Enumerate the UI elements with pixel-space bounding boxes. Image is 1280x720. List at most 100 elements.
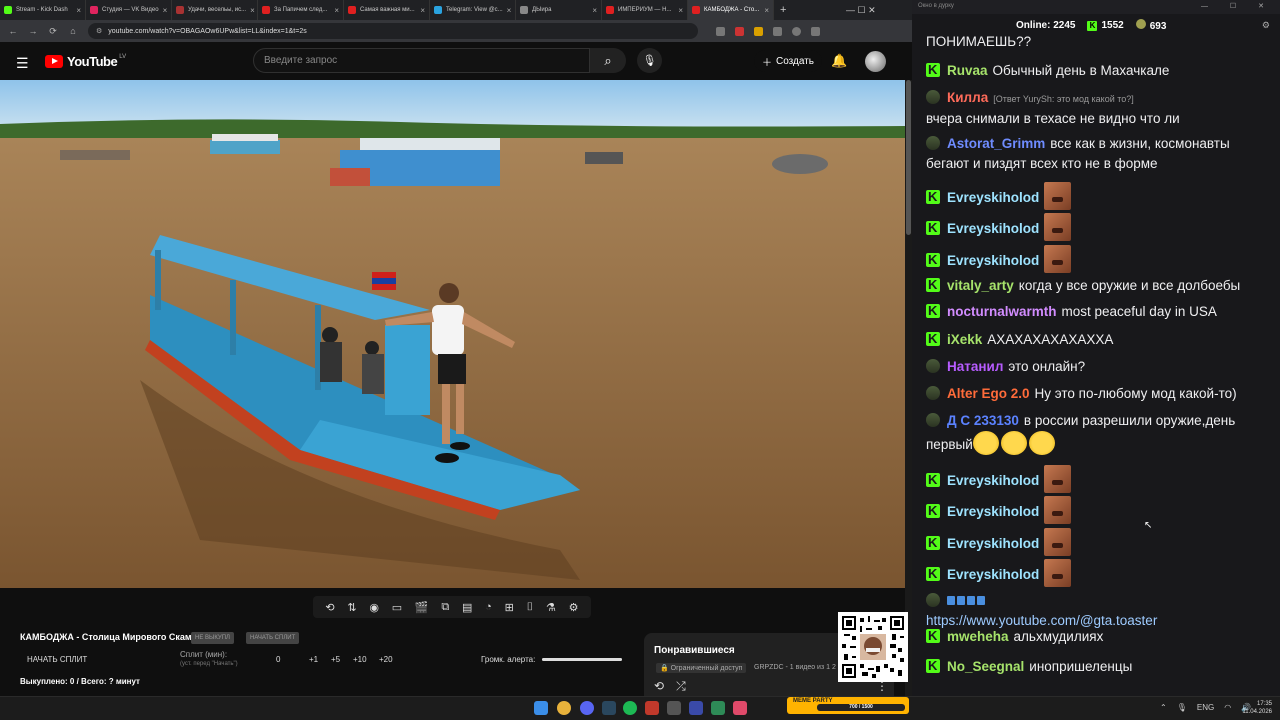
new-tab-button[interactable]: +	[780, 4, 786, 16]
chat-username[interactable]: Evreyskiholod	[947, 567, 1039, 582]
download-icon[interactable]	[773, 26, 782, 36]
split-value-button[interactable]: +10	[353, 655, 367, 664]
notifications-bell-icon[interactable]: 🔔	[831, 53, 847, 69]
speed-gauge-icon[interactable]: ◔	[485, 601, 492, 613]
chat-username[interactable]: No_Seegnal	[947, 659, 1024, 674]
browser-tab[interactable]: КАМБОДЖА - Сто... ×	[688, 0, 774, 20]
menu-icon[interactable]: ☰	[16, 55, 29, 72]
chat-settings-icon[interactable]: ⚙	[1262, 20, 1270, 31]
browser-tab[interactable]: Самая важная ми... ×	[344, 0, 430, 20]
extension-icon[interactable]	[716, 26, 725, 36]
loop-icon[interactable]: ⟲	[325, 601, 334, 614]
clock[interactable]: 17:35 11.04.2026	[1242, 700, 1272, 716]
profile-icon[interactable]	[792, 26, 801, 36]
search-input[interactable]: Введите запрос	[253, 48, 590, 73]
browser-tab[interactable]: За Папичем след... ×	[258, 0, 344, 20]
loop-icon[interactable]: ⟲	[654, 679, 664, 694]
chat-username[interactable]: mweheha	[947, 629, 1009, 644]
status-tag[interactable]: НЕ ВЫКУПЛ	[191, 632, 234, 644]
chat-username[interactable]: Evreyskiholod	[947, 253, 1039, 268]
split-value-button[interactable]: 0	[276, 655, 280, 664]
browser-tab[interactable]: ИМПЕРИУМ — Н... ×	[602, 0, 688, 20]
split-value-button[interactable]: +1	[309, 655, 318, 664]
menu-icon[interactable]	[811, 26, 820, 36]
chat-username[interactable]: Д С 233130	[947, 413, 1019, 428]
browser-tab[interactable]: Студия — VK Видео ×	[86, 0, 172, 20]
spotify-icon[interactable]	[623, 701, 637, 715]
site-info-icon[interactable]: ⚙	[96, 27, 102, 35]
chat-username[interactable]: Ruvaa	[947, 63, 988, 78]
browser-tab[interactable]: Удачи, весельы, ис... ×	[172, 0, 258, 20]
chat-username[interactable]: iXekk	[947, 332, 982, 347]
voice-search-button[interactable]: 🎙	[637, 48, 662, 73]
close-tab-icon[interactable]: ×	[76, 6, 81, 15]
close-tab-icon[interactable]: ×	[507, 6, 512, 15]
discord-icon[interactable]	[580, 701, 594, 715]
chat-link[interactable]: https://www.youtube.com/@gta.toaster	[926, 613, 1157, 628]
chat-username[interactable]: nocturnalwarmth	[947, 304, 1057, 319]
chevron-up-icon[interactable]: ⌃	[1160, 703, 1167, 712]
reload-icon[interactable]: ⟳	[48, 26, 58, 37]
screen-icon[interactable]: ▭	[392, 601, 402, 614]
chat-username[interactable]: Evreyskiholod	[947, 473, 1039, 488]
reply-context[interactable]: [Ответ YurySh: это мод какой то?]	[993, 94, 1134, 104]
browser-tab[interactable]: Telegram: View @c... ×	[430, 0, 516, 20]
video-player[interactable]	[0, 80, 905, 588]
chat-username[interactable]: Alter Ego 2.0	[947, 386, 1030, 401]
start-split-button[interactable]: НАЧАТЬ СПЛИТ	[27, 655, 87, 664]
flask-icon[interactable]: ⚗	[546, 601, 556, 614]
mic-icon[interactable]: 🎙	[1177, 703, 1187, 712]
scrollbar-thumb[interactable]	[906, 80, 911, 235]
split-value-button[interactable]: +5	[331, 655, 340, 664]
page-scrollbar[interactable]	[905, 80, 912, 696]
camera-icon[interactable]: ⌷	[527, 601, 534, 614]
app-icon[interactable]	[667, 701, 681, 715]
app-icon[interactable]	[711, 701, 725, 715]
chat-username[interactable]: Astorat_Grimm	[947, 136, 1045, 151]
picture-in-picture-icon[interactable]: ⧉	[441, 601, 449, 614]
chat-window-controls[interactable]: — ☐ ✕	[1201, 2, 1274, 10]
forward-icon[interactable]: →	[28, 26, 38, 36]
sort-icon[interactable]: ⇅	[347, 601, 356, 614]
chat-username[interactable]: Натанил	[947, 359, 1003, 374]
url-field[interactable]: ⚙ youtube.com/watch?v=OBAGAOw6UPw&list=L…	[88, 23, 698, 39]
wifi-icon[interactable]: ◠	[1224, 703, 1231, 712]
start-icon[interactable]	[534, 701, 548, 715]
app-icon[interactable]	[645, 701, 659, 715]
app-icon[interactable]	[733, 701, 747, 715]
playlist-title[interactable]: Понравившиеся	[654, 645, 735, 656]
window-controls[interactable]: — ☐ ✕	[846, 0, 876, 20]
broadcast-icon[interactable]: ◉	[369, 601, 379, 614]
add-clip-icon[interactable]: ⊞	[505, 601, 514, 614]
alert-volume-slider[interactable]	[542, 658, 622, 661]
avatar[interactable]	[865, 51, 886, 72]
close-tab-icon[interactable]: ×	[163, 6, 168, 15]
create-button[interactable]: ＋ Создать	[754, 50, 823, 72]
browser-tab[interactable]: ДЫира ×	[516, 0, 602, 20]
split-value-button[interactable]: +20	[379, 655, 393, 664]
home-icon[interactable]: ⌂	[68, 26, 78, 36]
close-tab-icon[interactable]: ×	[592, 6, 597, 15]
language-indicator[interactable]: ENG	[1197, 703, 1214, 712]
chat-username[interactable]: Evreyskiholod	[947, 221, 1039, 236]
steam-icon[interactable]	[602, 701, 616, 715]
extension-icon[interactable]	[754, 26, 763, 36]
gear-icon[interactable]: ⚙	[569, 601, 579, 614]
close-tab-icon[interactable]: ×	[250, 6, 255, 15]
chat-username[interactable]: Evreyskiholod	[947, 504, 1039, 519]
search-button[interactable]: ⌕	[590, 48, 626, 73]
youtube-logo[interactable]: YouTube LV	[45, 54, 126, 69]
chat-username[interactable]: vitaly_arty	[947, 278, 1014, 293]
shuffle-icon[interactable]: ⤮	[676, 679, 686, 694]
close-tab-icon[interactable]: ×	[334, 6, 339, 15]
split-tag[interactable]: НАЧАТЬ СПЛИТ	[246, 632, 300, 644]
chrome-icon[interactable]	[557, 701, 571, 715]
chat-username[interactable]: Evreyskiholod	[947, 190, 1039, 205]
close-tab-icon[interactable]: ×	[420, 6, 425, 15]
back-icon[interactable]: ←	[8, 26, 18, 36]
close-tab-icon[interactable]: ×	[764, 6, 769, 15]
extension-icon[interactable]	[735, 26, 744, 36]
close-tab-icon[interactable]: ×	[678, 6, 683, 15]
browser-tab[interactable]: Stream - Kick Dash ×	[0, 0, 86, 20]
clapper-icon[interactable]: 🎬	[415, 601, 429, 614]
